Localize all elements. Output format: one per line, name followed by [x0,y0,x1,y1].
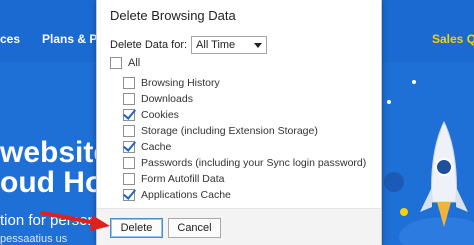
option-cache[interactable]: Cache [123,141,171,153]
hero-subtitle-2: pessaatius us [0,233,68,245]
checkbox-browsing-history[interactable] [123,77,135,89]
dialog-title: Delete Browsing Data [110,8,236,23]
nav-item-services[interactable]: ces [0,32,20,46]
checkbox-storage[interactable] [123,125,135,137]
time-range-value: All Time [196,39,236,51]
option-all-label: All [128,57,141,69]
option-downloads[interactable]: Downloads [123,93,193,105]
option-form-autofill[interactable]: Form Autofill Data [123,173,224,185]
checkbox-applications-cache[interactable] [123,189,135,201]
checkbox-all[interactable] [110,57,122,69]
hero-headline-1: website [0,136,111,169]
option-passwords[interactable]: Passwords (including your Sync login pas… [123,157,366,169]
checkbox-downloads[interactable] [123,93,135,105]
option-storage[interactable]: Storage (including Extension Storage) [123,125,318,137]
option-label: Downloads [141,93,193,105]
time-range-select[interactable]: All Time [191,36,268,54]
option-label: Passwords (including your Sync login pas… [141,157,367,169]
option-cookies[interactable]: Cookies [123,109,179,121]
nav-item-sales[interactable]: Sales Qu [432,32,474,46]
option-browsing-history[interactable]: Browsing History [123,77,220,89]
option-label: Form Autofill Data [141,173,225,185]
checkbox-cookies[interactable] [123,109,135,121]
red-arrow-icon [40,211,110,231]
option-label: Applications Cache [141,189,231,201]
option-label: Cookies [141,109,179,121]
chevron-down-icon [254,42,263,48]
checkbox-cache[interactable] [123,141,135,153]
time-range-row: Delete Data for: All Time [110,36,268,54]
option-label: Storage (including Extension Storage) [141,125,318,137]
option-applications-cache[interactable]: Applications Cache [123,189,231,201]
cancel-button[interactable]: Cancel [168,218,221,238]
delete-button[interactable]: Delete [110,218,163,238]
checkbox-form-autofill[interactable] [123,173,135,185]
delete-browsing-data-dialog: Delete Browsing Data Delete Data for: Al… [96,0,382,245]
time-range-label: Delete Data for: [110,39,188,51]
checkbox-passwords[interactable] [123,157,135,169]
option-label: Cache [141,141,172,153]
option-all[interactable]: All [110,57,140,69]
option-label: Browsing History [141,77,220,89]
rocket-illustration [384,80,474,245]
